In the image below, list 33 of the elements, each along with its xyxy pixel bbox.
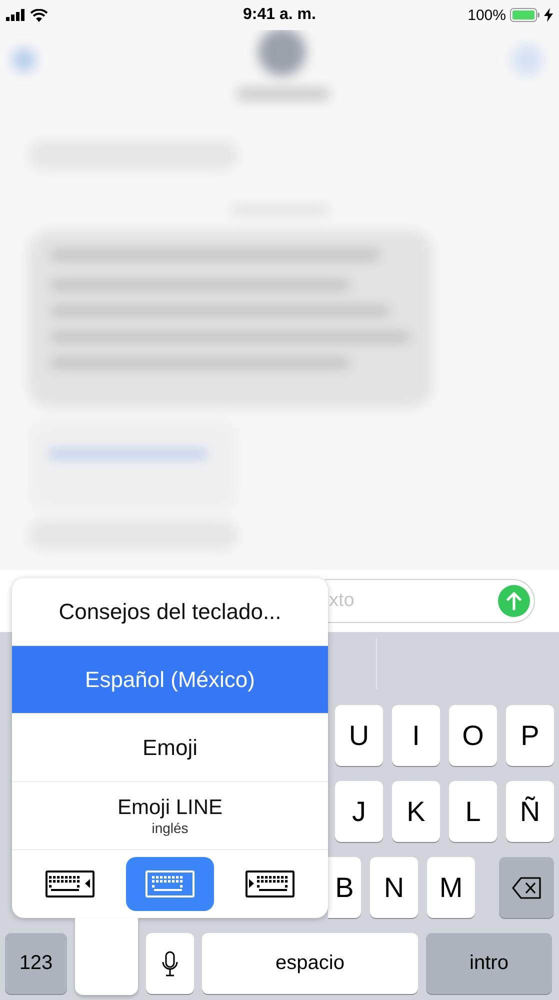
letter-key[interactable]: B [328,857,361,918]
microphone-icon [162,950,178,976]
menu-item[interactable]: Español (México) [12,646,328,714]
letter-key[interactable]: P [506,705,554,766]
letter-key[interactable]: M [427,857,475,918]
keyboard-icon [145,870,195,898]
letter-key[interactable]: L [449,781,497,842]
space-key[interactable]: espacio [202,933,418,994]
delete-icon [512,876,542,898]
dictation-key[interactable] [146,933,194,994]
send-icon [498,585,530,617]
keyboard-icon [45,870,95,898]
return-key[interactable]: intro [426,933,552,994]
keyboard-icon [245,870,295,898]
battery-percentage: 100% [468,6,506,24]
letter-key[interactable]: U [335,705,383,766]
battery-icon [510,8,540,22]
menu-item-subtitle: inglés [152,820,188,836]
wifi-icon [30,8,48,22]
signal-icon [6,9,26,21]
letter-key[interactable]: I [392,705,440,766]
message-field[interactable]: xto [325,579,535,623]
letter-key[interactable]: N [370,857,418,918]
menu-item-label: Emoji LINE [117,796,223,820]
letter-key[interactable]: K [392,781,440,842]
menu-item[interactable]: Emoji [12,714,328,782]
clock-time: 9:41 a. m. [243,6,316,24]
letter-key[interactable]: O [449,705,497,766]
letter-key[interactable]: J [335,781,383,842]
letter-key[interactable]: Ñ [506,781,554,842]
backspace-key[interactable] [499,857,554,918]
numbers-key[interactable]: 123 [5,933,67,994]
menu-item[interactable]: Emoji LINE inglés [12,782,328,850]
